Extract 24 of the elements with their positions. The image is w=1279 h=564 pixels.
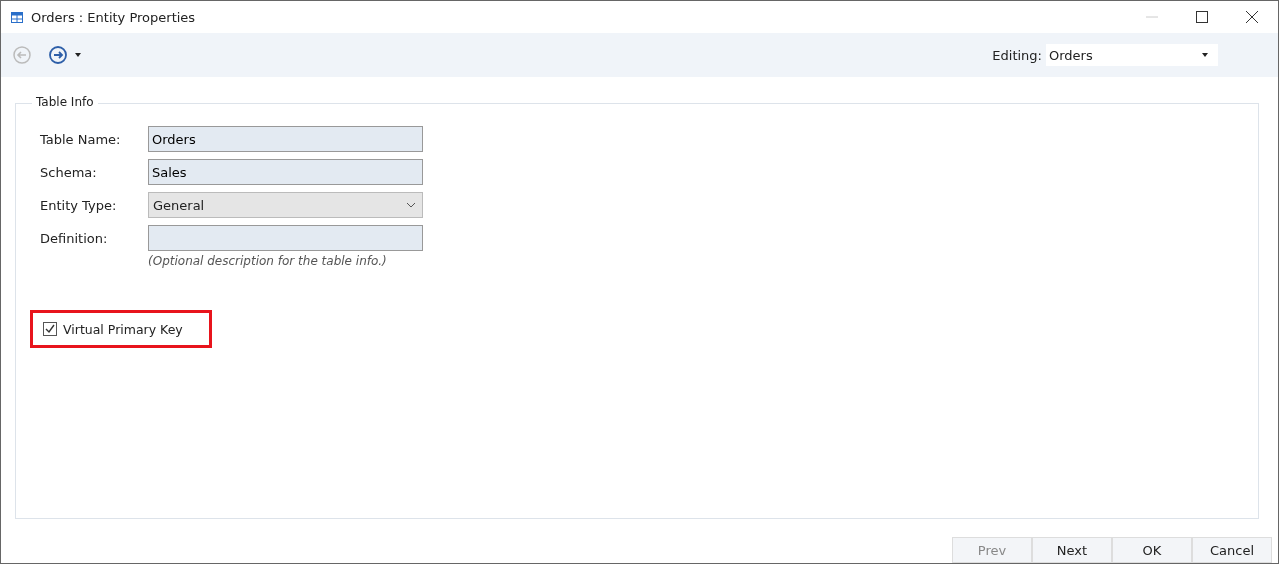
checkbox[interactable] [43,322,57,336]
hint-text: (Optional description for the table info.) [148,254,388,268]
field-label: Schema: [40,164,98,180]
chevron-icon [406,202,416,208]
maximize-icon[interactable] [1196,11,1208,23]
dropdown-caret-icon[interactable] [75,53,81,57]
window-title: Orders : Entity Properties [31,9,196,25]
table-icon [11,11,23,23]
dialog-button[interactable]: Next [1032,537,1112,563]
entity-type-dropdown[interactable]: General [148,192,423,218]
group-title: Table Info [32,95,98,109]
text-field[interactable]: Sales [148,159,423,185]
caret-icon [1202,53,1208,57]
text-field[interactable]: Orders [148,126,423,152]
editing-dropdown[interactable]: Orders [1046,44,1218,66]
field-label: Table Name: [40,131,122,147]
editing-label: Editing: [992,47,1042,63]
field-label: Entity Type: [40,197,118,213]
dialog-button[interactable]: OK [1112,537,1192,563]
dialog-button[interactable]: Cancel [1192,537,1272,563]
field-label: Definition: [40,230,109,246]
close-icon[interactable] [1246,11,1258,23]
text-field[interactable] [148,225,423,251]
checkbox-label: Virtual Primary Key [63,321,183,337]
